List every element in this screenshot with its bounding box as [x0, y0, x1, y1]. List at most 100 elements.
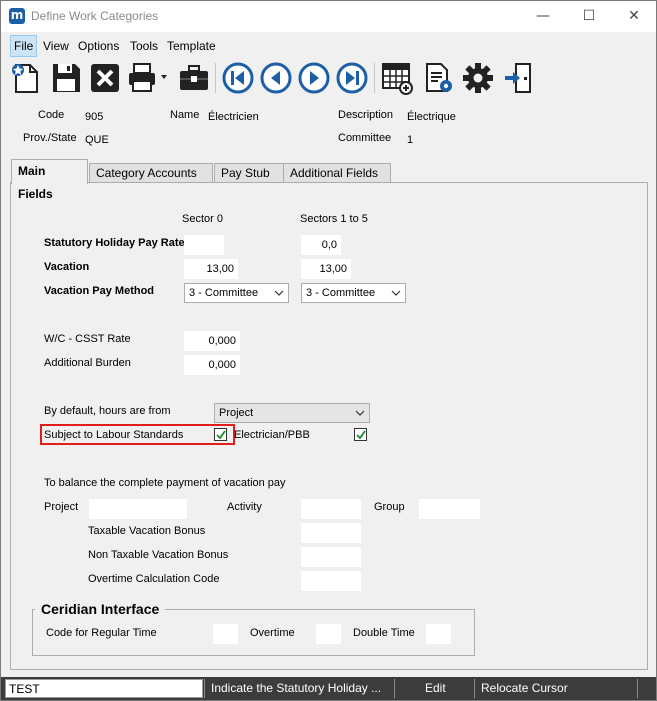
vacation-method-sectors-value: 3 - Committee: [306, 287, 376, 299]
briefcase-icon: [180, 65, 208, 90]
status-input[interactable]: TEST: [5, 679, 203, 698]
print-button[interactable]: [126, 59, 170, 97]
last-record-button[interactable]: [335, 59, 369, 97]
sector0-header: Sector 0: [182, 213, 223, 225]
previous-record-button[interactable]: [259, 59, 293, 97]
settings-button[interactable]: [461, 59, 495, 97]
regular-time-input[interactable]: [213, 624, 238, 644]
code-value[interactable]: 905: [85, 111, 103, 123]
define-work-categories-window: m Define Work Categories — ☐ ✕ File View…: [0, 0, 657, 701]
document-settings-button[interactable]: [422, 59, 456, 97]
settings-gear-icon: [463, 63, 493, 93]
description-value[interactable]: Électrique: [407, 111, 456, 123]
first-record-button[interactable]: [221, 59, 255, 97]
nontaxable-bonus-input[interactable]: [301, 547, 361, 567]
chevron-down-icon: [274, 290, 284, 296]
additional-burden-input[interactable]: 0,000: [184, 355, 240, 375]
delete-button[interactable]: [88, 59, 122, 97]
maximize-button[interactable]: ☐: [566, 1, 612, 32]
menu-view[interactable]: View: [40, 36, 72, 56]
menu-tools[interactable]: Tools: [127, 36, 161, 56]
committee-value[interactable]: 1: [407, 134, 413, 146]
next-record-button[interactable]: [297, 59, 331, 97]
prov-state-value[interactable]: QUE: [85, 134, 109, 146]
toolbar-separator: [215, 63, 216, 93]
overtime-code-input[interactable]: [301, 571, 361, 591]
group-input[interactable]: [419, 499, 480, 519]
stat-holiday-sector0-input[interactable]: [184, 235, 224, 255]
stat-holiday-label: Statutory Holiday Pay Rate: [44, 237, 185, 249]
name-label: Name: [170, 109, 200, 121]
menu-file[interactable]: File: [10, 35, 38, 57]
grid-add-icon: [382, 63, 413, 95]
menu-options[interactable]: Options: [75, 36, 122, 56]
hours-from-label: By default, hours are from: [44, 405, 171, 417]
tab-category-accounts[interactable]: Category Accounts: [89, 163, 213, 183]
vacation-method-sector0-select[interactable]: 3 - Committee: [184, 283, 289, 303]
toolbar: [1, 59, 656, 99]
activity-label: Activity: [227, 501, 262, 513]
status-mode: Edit: [394, 679, 474, 698]
grid-add-button[interactable]: [380, 59, 414, 97]
new-icon: [12, 64, 38, 93]
labour-standards-checkbox[interactable]: [214, 428, 227, 441]
save-button[interactable]: [49, 59, 83, 97]
overtime-label: Overtime: [250, 627, 295, 639]
regular-time-label: Code for Regular Time: [46, 627, 157, 639]
toolbar-separator: [374, 63, 375, 93]
chevron-down-icon: [391, 290, 401, 296]
minimize-button[interactable]: —: [520, 1, 566, 32]
overtime-input[interactable]: [316, 624, 341, 644]
new-button[interactable]: [9, 59, 43, 97]
stat-holiday-sectors-input[interactable]: 0,0: [301, 235, 341, 255]
prov-state-label: Prov./State: [23, 132, 77, 144]
status-message: Indicate the Statutory Holiday ...: [204, 679, 394, 698]
name-value[interactable]: Électricien: [208, 111, 259, 123]
close-button[interactable]: ✕: [611, 1, 657, 32]
resize-grip[interactable]: [637, 679, 656, 698]
briefcase-button[interactable]: [177, 59, 211, 97]
vacation-method-label: Vacation Pay Method: [44, 285, 155, 297]
app-logo-icon: m: [9, 8, 25, 24]
tab-main-fields[interactable]: Main Fields: [11, 159, 88, 201]
wc-csst-input[interactable]: 0,000: [184, 331, 240, 351]
group-label: Group: [374, 501, 405, 513]
sectors-header: Sectors 1 to 5: [300, 213, 368, 225]
overtime-code-label: Overtime Calculation Code: [88, 573, 220, 585]
menu-template[interactable]: Template: [164, 36, 219, 56]
code-label: Code: [38, 109, 65, 121]
taxable-bonus-input[interactable]: [301, 523, 361, 543]
double-time-input[interactable]: [426, 624, 451, 644]
double-time-label: Double Time: [353, 627, 415, 639]
tab-additional-fields[interactable]: Additional Fields: [283, 163, 391, 183]
vacation-method-sector0-value: 3 - Committee: [189, 287, 259, 299]
hours-from-select[interactable]: Project: [214, 403, 370, 423]
taxable-bonus-label: Taxable Vacation Bonus: [88, 525, 206, 537]
delete-icon: [91, 64, 119, 92]
electrician-pbb-checkbox[interactable]: [354, 428, 367, 441]
save-icon: [53, 64, 80, 92]
document-settings-icon: [426, 63, 452, 92]
checkmark-icon: [356, 430, 366, 440]
hours-from-value: Project: [219, 407, 254, 419]
project-label: Project: [44, 501, 79, 513]
vacation-sectors-input[interactable]: 13,00: [301, 259, 351, 279]
last-record-icon: [336, 62, 368, 94]
additional-burden-label: Additional Burden: [44, 357, 131, 369]
next-record-icon: [298, 62, 330, 94]
status-action: Relocate Cursor: [474, 679, 637, 698]
committee-label: Committee: [338, 132, 392, 144]
first-record-icon: [222, 62, 254, 94]
activity-input[interactable]: [301, 499, 361, 519]
tab-pay-stub[interactable]: Pay Stub: [214, 163, 284, 183]
main-fields-panel: Sector 0 Sectors 1 to 5 Statutory Holida…: [10, 182, 648, 670]
electrician-pbb-label: Electrician/PBB: [234, 429, 310, 441]
nontaxable-bonus-label: Non Taxable Vacation Bonus: [88, 549, 229, 561]
status-bar: TEST Indicate the Statutory Holiday ... …: [1, 677, 656, 700]
exit-button[interactable]: [501, 59, 535, 97]
exit-icon: [505, 63, 531, 93]
vacation-sector0-input[interactable]: 13,00: [184, 259, 238, 279]
project-input[interactable]: [89, 499, 187, 519]
vacation-method-sectors-select[interactable]: 3 - Committee: [301, 283, 406, 303]
menu-bar: File View Options Tools Template: [1, 34, 656, 57]
